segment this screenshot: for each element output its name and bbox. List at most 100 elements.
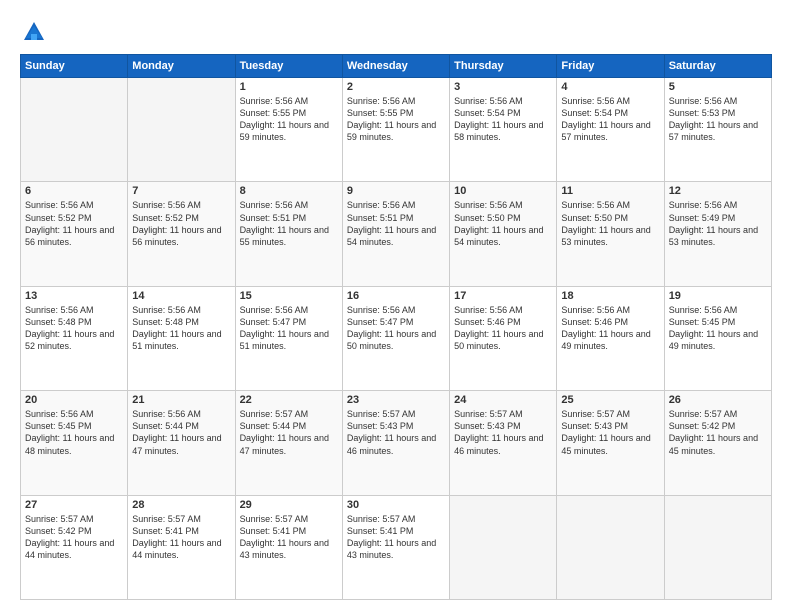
day-number: 18 [561,290,659,302]
day-number: 9 [347,185,445,197]
calendar-cell [21,78,128,182]
day-number: 21 [132,394,230,406]
calendar-cell: 1 Sunrise: 5:56 AMSunset: 5:55 PMDayligh… [235,78,342,182]
calendar-cell: 11 Sunrise: 5:56 AMSunset: 5:50 PMDaylig… [557,182,664,286]
day-number: 14 [132,290,230,302]
day-number: 20 [25,394,123,406]
day-number: 27 [25,499,123,511]
cell-info: Sunrise: 5:56 AMSunset: 5:52 PMDaylight:… [25,199,123,248]
cell-info: Sunrise: 5:56 AMSunset: 5:51 PMDaylight:… [240,199,338,248]
cell-info: Sunrise: 5:56 AMSunset: 5:46 PMDaylight:… [561,304,659,353]
cell-info: Sunrise: 5:57 AMSunset: 5:43 PMDaylight:… [454,408,552,457]
cell-info: Sunrise: 5:56 AMSunset: 5:50 PMDaylight:… [454,199,552,248]
day-number: 5 [669,81,767,93]
logo-icon [20,18,48,46]
cell-info: Sunrise: 5:56 AMSunset: 5:47 PMDaylight:… [240,304,338,353]
day-number: 6 [25,185,123,197]
calendar-cell: 17 Sunrise: 5:56 AMSunset: 5:46 PMDaylig… [450,286,557,390]
header [20,18,772,46]
calendar-cell: 8 Sunrise: 5:56 AMSunset: 5:51 PMDayligh… [235,182,342,286]
logo [20,18,52,46]
day-number: 26 [669,394,767,406]
cell-info: Sunrise: 5:57 AMSunset: 5:41 PMDaylight:… [132,513,230,562]
calendar-table: SundayMondayTuesdayWednesdayThursdayFrid… [20,54,772,600]
weekday-header-row: SundayMondayTuesdayWednesdayThursdayFrid… [21,55,772,78]
cell-info: Sunrise: 5:57 AMSunset: 5:42 PMDaylight:… [25,513,123,562]
cell-info: Sunrise: 5:56 AMSunset: 5:55 PMDaylight:… [240,95,338,144]
calendar-cell [128,78,235,182]
cell-info: Sunrise: 5:56 AMSunset: 5:47 PMDaylight:… [347,304,445,353]
weekday-header-sunday: Sunday [21,55,128,78]
day-number: 29 [240,499,338,511]
day-number: 15 [240,290,338,302]
calendar-cell: 7 Sunrise: 5:56 AMSunset: 5:52 PMDayligh… [128,182,235,286]
calendar-cell: 23 Sunrise: 5:57 AMSunset: 5:43 PMDaylig… [342,391,449,495]
day-number: 24 [454,394,552,406]
calendar-cell: 30 Sunrise: 5:57 AMSunset: 5:41 PMDaylig… [342,495,449,599]
day-number: 1 [240,81,338,93]
cell-info: Sunrise: 5:56 AMSunset: 5:50 PMDaylight:… [561,199,659,248]
cell-info: Sunrise: 5:56 AMSunset: 5:46 PMDaylight:… [454,304,552,353]
cell-info: Sunrise: 5:56 AMSunset: 5:53 PMDaylight:… [669,95,767,144]
day-number: 30 [347,499,445,511]
calendar-cell: 18 Sunrise: 5:56 AMSunset: 5:46 PMDaylig… [557,286,664,390]
cell-info: Sunrise: 5:56 AMSunset: 5:51 PMDaylight:… [347,199,445,248]
day-number: 25 [561,394,659,406]
calendar-cell: 25 Sunrise: 5:57 AMSunset: 5:43 PMDaylig… [557,391,664,495]
day-number: 17 [454,290,552,302]
cell-info: Sunrise: 5:57 AMSunset: 5:44 PMDaylight:… [240,408,338,457]
day-number: 3 [454,81,552,93]
page: SundayMondayTuesdayWednesdayThursdayFrid… [0,0,792,612]
calendar-cell: 28 Sunrise: 5:57 AMSunset: 5:41 PMDaylig… [128,495,235,599]
cell-info: Sunrise: 5:56 AMSunset: 5:49 PMDaylight:… [669,199,767,248]
cell-info: Sunrise: 5:56 AMSunset: 5:54 PMDaylight:… [561,95,659,144]
cell-info: Sunrise: 5:56 AMSunset: 5:48 PMDaylight:… [25,304,123,353]
calendar-cell: 10 Sunrise: 5:56 AMSunset: 5:50 PMDaylig… [450,182,557,286]
cell-info: Sunrise: 5:56 AMSunset: 5:44 PMDaylight:… [132,408,230,457]
cell-info: Sunrise: 5:56 AMSunset: 5:54 PMDaylight:… [454,95,552,144]
calendar-cell [664,495,771,599]
calendar-cell: 14 Sunrise: 5:56 AMSunset: 5:48 PMDaylig… [128,286,235,390]
calendar-cell: 13 Sunrise: 5:56 AMSunset: 5:48 PMDaylig… [21,286,128,390]
cell-info: Sunrise: 5:56 AMSunset: 5:45 PMDaylight:… [669,304,767,353]
calendar-cell: 2 Sunrise: 5:56 AMSunset: 5:55 PMDayligh… [342,78,449,182]
calendar-cell: 4 Sunrise: 5:56 AMSunset: 5:54 PMDayligh… [557,78,664,182]
calendar-cell: 6 Sunrise: 5:56 AMSunset: 5:52 PMDayligh… [21,182,128,286]
day-number: 2 [347,81,445,93]
day-number: 11 [561,185,659,197]
day-number: 22 [240,394,338,406]
weekday-header-thursday: Thursday [450,55,557,78]
weekday-header-saturday: Saturday [664,55,771,78]
cell-info: Sunrise: 5:56 AMSunset: 5:45 PMDaylight:… [25,408,123,457]
cell-info: Sunrise: 5:57 AMSunset: 5:43 PMDaylight:… [347,408,445,457]
cell-info: Sunrise: 5:57 AMSunset: 5:43 PMDaylight:… [561,408,659,457]
week-row-5: 27 Sunrise: 5:57 AMSunset: 5:42 PMDaylig… [21,495,772,599]
weekday-header-wednesday: Wednesday [342,55,449,78]
day-number: 19 [669,290,767,302]
calendar-cell: 15 Sunrise: 5:56 AMSunset: 5:47 PMDaylig… [235,286,342,390]
week-row-2: 6 Sunrise: 5:56 AMSunset: 5:52 PMDayligh… [21,182,772,286]
cell-info: Sunrise: 5:57 AMSunset: 5:41 PMDaylight:… [347,513,445,562]
calendar-cell: 27 Sunrise: 5:57 AMSunset: 5:42 PMDaylig… [21,495,128,599]
day-number: 7 [132,185,230,197]
day-number: 16 [347,290,445,302]
calendar-cell: 29 Sunrise: 5:57 AMSunset: 5:41 PMDaylig… [235,495,342,599]
cell-info: Sunrise: 5:56 AMSunset: 5:55 PMDaylight:… [347,95,445,144]
weekday-header-tuesday: Tuesday [235,55,342,78]
calendar-cell: 5 Sunrise: 5:56 AMSunset: 5:53 PMDayligh… [664,78,771,182]
calendar-cell: 24 Sunrise: 5:57 AMSunset: 5:43 PMDaylig… [450,391,557,495]
calendar-cell: 9 Sunrise: 5:56 AMSunset: 5:51 PMDayligh… [342,182,449,286]
day-number: 10 [454,185,552,197]
day-number: 13 [25,290,123,302]
calendar-cell: 19 Sunrise: 5:56 AMSunset: 5:45 PMDaylig… [664,286,771,390]
calendar-cell [450,495,557,599]
weekday-header-monday: Monday [128,55,235,78]
calendar-cell: 20 Sunrise: 5:56 AMSunset: 5:45 PMDaylig… [21,391,128,495]
calendar-cell [557,495,664,599]
day-number: 23 [347,394,445,406]
cell-info: Sunrise: 5:57 AMSunset: 5:42 PMDaylight:… [669,408,767,457]
cell-info: Sunrise: 5:56 AMSunset: 5:48 PMDaylight:… [132,304,230,353]
week-row-4: 20 Sunrise: 5:56 AMSunset: 5:45 PMDaylig… [21,391,772,495]
day-number: 8 [240,185,338,197]
day-number: 28 [132,499,230,511]
